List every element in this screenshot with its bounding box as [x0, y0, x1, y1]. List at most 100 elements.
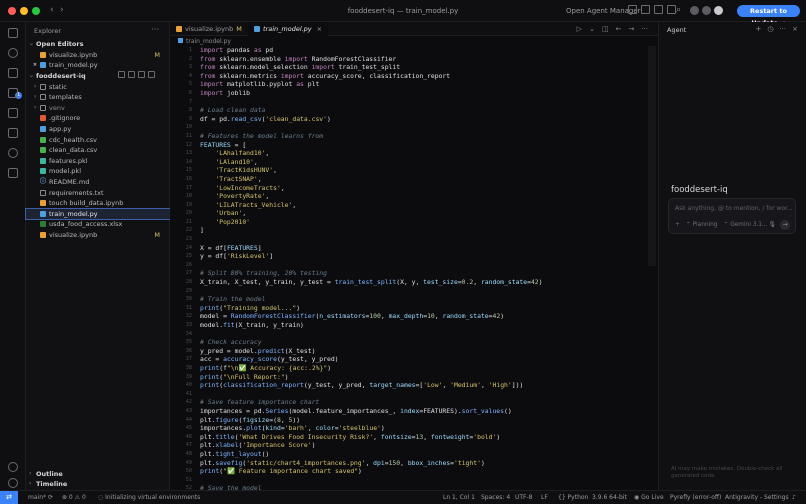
code-line[interactable]: df = pd.read_csv('clean_data.csv') [200, 115, 640, 124]
code-line[interactable]: # Check accuracy [200, 338, 640, 347]
microphone-icon[interactable]: 🎙 [768, 221, 776, 228]
code-line[interactable]: 'LowIncomeTracts', [200, 184, 640, 193]
account-icon[interactable] [690, 6, 699, 15]
code-line[interactable]: importances.plot(kind='barh', color='ste… [200, 424, 640, 433]
close-icon[interactable]: × [317, 25, 322, 33]
pyrefly-status[interactable]: Pyrefly (error-off) [670, 494, 721, 501]
code-line[interactable] [200, 123, 640, 132]
tab-train-model-py[interactable]: train_model.py × [248, 22, 328, 36]
tree-file[interactable]: model.pkl [26, 166, 170, 177]
code-line[interactable]: print("\nFull Report:") [200, 373, 640, 382]
customize-layout-icon[interactable] [667, 5, 676, 14]
restart-to-update-button[interactable]: Restart to Update → [737, 5, 800, 27]
code-line[interactable]: from sklearn.model_selection import trai… [200, 63, 640, 72]
avatar[interactable] [714, 6, 723, 15]
code-line[interactable]: import matplotlib.pyplot as plt [200, 80, 640, 89]
code-line[interactable]: model = RandomForestClassifier(n_estimat… [200, 312, 640, 321]
model-selector[interactable]: ⌃ Gemini 3.1... [724, 222, 768, 228]
code-line[interactable]: 'Pop2010' [200, 218, 640, 227]
code-line[interactable]: ] [200, 226, 640, 235]
send-icon[interactable]: → [780, 220, 790, 230]
extensions-icon[interactable] [8, 108, 18, 118]
outline-section[interactable]: › Outline [26, 469, 170, 480]
code-line[interactable] [200, 261, 640, 270]
timeline-section[interactable]: › Timeline [26, 479, 170, 490]
search-icon[interactable]: ⌕ [676, 5, 681, 15]
tree-file[interactable]: visualize.ipynb M [26, 230, 170, 241]
tree-file-selected[interactable]: train_model.py [25, 207, 171, 221]
split-editor-icon[interactable]: ◫ [602, 25, 609, 33]
code-line[interactable]: 'LAhalfand10', [200, 149, 640, 158]
branch-indicator[interactable]: main* [28, 494, 46, 501]
go-live-button[interactable]: ◉ Go Live [634, 494, 664, 501]
tree-folder[interactable]: › templates [26, 92, 170, 103]
code-line[interactable]: model.fit(X_train, y_train) [200, 321, 640, 330]
tree-file[interactable]: touch build_data.ipynb [26, 198, 170, 209]
settings-gear-icon[interactable] [702, 6, 711, 15]
line-endings[interactable]: LF [541, 494, 548, 501]
close-icon[interactable]: × [792, 25, 798, 33]
tree-file[interactable]: .gitignore [26, 113, 170, 124]
code-line[interactable]: from sklearn.metrics import accuracy_sco… [200, 72, 640, 81]
run-icon[interactable]: ▷ [577, 25, 582, 33]
more-actions-icon[interactable]: ··· [641, 25, 648, 33]
problems-indicator[interactable]: ⊗ 0 ⚠ 0 [62, 494, 86, 501]
forward-icon[interactable]: → [628, 25, 634, 33]
code-line[interactable] [200, 390, 640, 399]
code-line[interactable] [200, 235, 640, 244]
tree-file[interactable]: ⓘ README.md [26, 177, 170, 188]
code-line[interactable]: plt.tight_layout() [200, 450, 640, 459]
search-icon[interactable] [8, 48, 18, 58]
code-line[interactable]: FEATURES = [ [200, 141, 640, 150]
remote-icon[interactable]: ⇄ [0, 491, 18, 504]
back-icon[interactable]: ← [616, 25, 622, 33]
new-folder-icon[interactable] [128, 71, 135, 78]
code-line[interactable]: import pandas as pd [200, 46, 640, 55]
tree-file[interactable]: usda_food_access.xlsx [26, 219, 170, 230]
bell-icon[interactable]: ♪ [792, 494, 796, 501]
dropdown-icon[interactable]: ⌄ [589, 25, 595, 33]
code-line[interactable] [200, 330, 640, 339]
code-line[interactable]: print(f"\n✅ Accuracy: {acc:.2%}") [200, 364, 640, 373]
toggle-secondary-sidebar-icon[interactable] [654, 5, 663, 14]
tree-file[interactable]: app.py [26, 124, 170, 135]
testing-icon[interactable] [8, 128, 18, 138]
tab-visualize-ipynb[interactable]: visualize.ipynb M [170, 22, 248, 36]
code-line[interactable]: plt.xlabel('Importance Score') [200, 441, 640, 450]
code-line[interactable]: # Split 80% training, 20% testing [200, 269, 640, 278]
indentation[interactable]: Spaces: 4 [481, 494, 510, 501]
add-context-button[interactable]: + [675, 222, 680, 228]
toggle-panel-icon[interactable] [641, 5, 650, 14]
code-line[interactable]: print(classification_report(y_test, y_pr… [200, 381, 640, 390]
manage-gear-icon[interactable] [8, 478, 18, 488]
minimap[interactable] [648, 46, 656, 266]
code-line[interactable] [200, 476, 640, 485]
encoding[interactable]: UTF-8 [515, 494, 533, 501]
run-debug-icon[interactable] [8, 88, 18, 98]
tree-file[interactable]: features.pkl [26, 156, 170, 167]
code-line[interactable]: # Train the model [200, 295, 640, 304]
python-interpreter[interactable]: 3.9.6 64-bit [592, 494, 627, 501]
tree-file[interactable]: requirements.txt [26, 188, 170, 199]
more-actions-icon[interactable]: ··· [779, 25, 786, 33]
cursor-position[interactable]: Ln 1, Col 1 [443, 494, 475, 501]
code-line[interactable]: 'PovertyRate', [200, 192, 640, 201]
code-line[interactable]: y_pred = model.predict(X_test) [200, 347, 640, 356]
code-line[interactable]: plt.title('What Drives Food Insecurity R… [200, 433, 640, 442]
code-line[interactable]: y = df['RiskLevel'] [200, 252, 640, 261]
code-line[interactable]: print("✅ Feature importance chart saved"… [200, 467, 640, 476]
code-line[interactable] [200, 98, 640, 107]
refresh-icon[interactable] [138, 71, 145, 78]
tree-file[interactable]: cdc_health.csv [26, 135, 170, 146]
breadcrumb[interactable]: train_model.py [178, 38, 231, 45]
source-control-icon[interactable] [8, 68, 18, 78]
toggle-sidebar-icon[interactable] [628, 5, 637, 14]
code-line[interactable]: importances = pd.Series(model.feature_im… [200, 407, 640, 416]
code-line[interactable]: 'LAland10', [200, 158, 640, 167]
code-line[interactable]: 'TractKidsHUNV', [200, 166, 640, 175]
code-line[interactable]: X_train, X_test, y_train, y_test = train… [200, 278, 640, 287]
settings-status[interactable]: Antigravity - Settings [725, 494, 789, 501]
agent-input[interactable]: Ask anything, @ to mention, / for wor... [675, 205, 793, 212]
accounts-icon[interactable] [8, 462, 18, 472]
code-line[interactable]: plt.savefig('static/chart4_importances.p… [200, 459, 640, 468]
